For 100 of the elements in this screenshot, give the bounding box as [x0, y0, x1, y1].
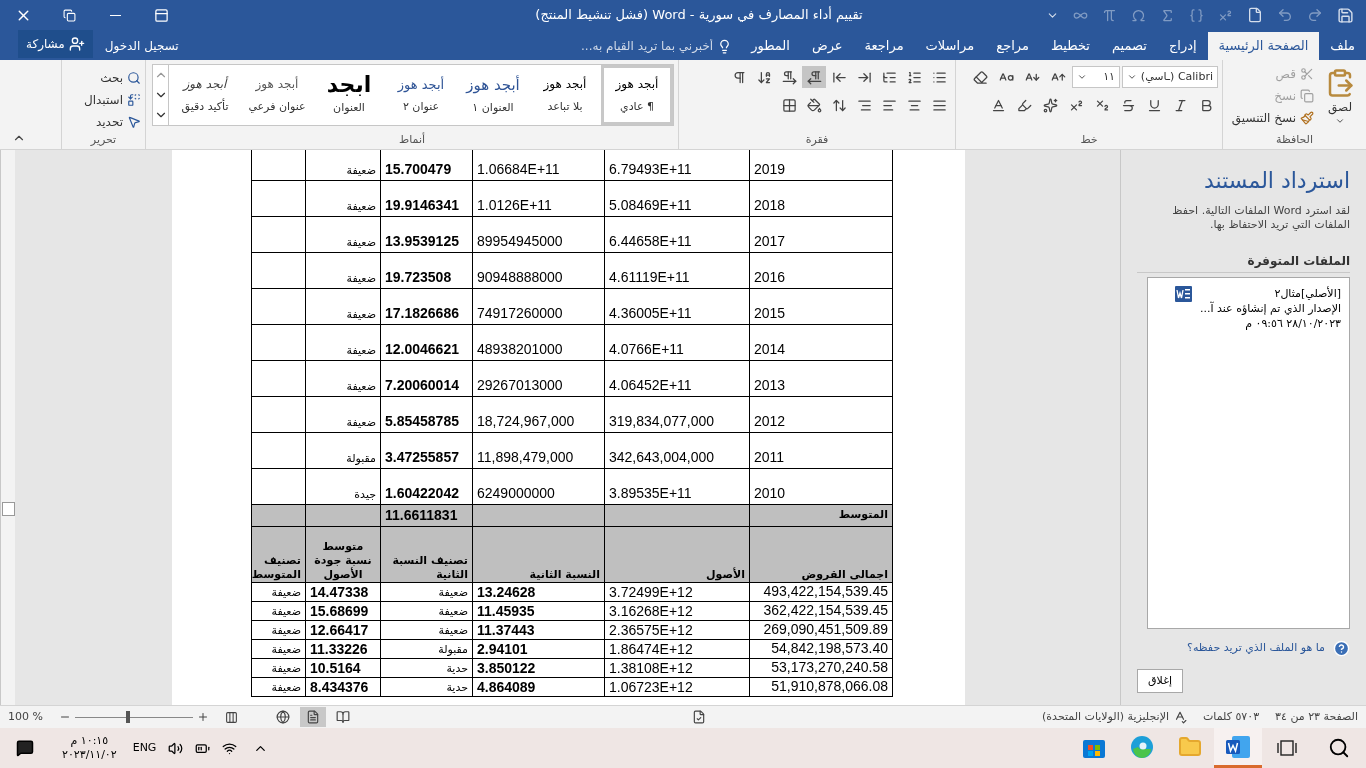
save-icon[interactable]	[1337, 6, 1354, 24]
replace-button[interactable]: استبدال	[84, 90, 141, 110]
table-cell: النسبة الثانية	[472, 526, 605, 582]
table-cell: 53,173,270,240.58	[749, 658, 893, 677]
wifi-icon[interactable]	[222, 740, 238, 756]
scissors-icon	[1300, 67, 1314, 81]
table-cell: 4.61119E+11	[604, 252, 750, 288]
table-cell: 6.79493E+11	[604, 150, 750, 180]
table-cell: ضعيفة	[305, 216, 381, 252]
table-cell: ضعيفة	[251, 582, 306, 601]
zoom-in-icon[interactable]	[196, 711, 209, 723]
person-plus-icon	[68, 36, 85, 52]
window-title: تقييم أداء المصارف في سورية - Word (فشل تنشيط المنتج)	[534, 5, 864, 25]
new-document-icon[interactable]	[1247, 7, 1263, 23]
table-cell: ضعيفة	[251, 658, 306, 677]
ribbon-tab[interactable]: تخطيط	[1039, 32, 1101, 60]
table-cell: 13.24628	[472, 582, 605, 601]
table-cell: حدية	[380, 658, 473, 677]
table-cell: ضعيفة	[305, 288, 381, 324]
style-item[interactable]: أبجد هوز تأكيد دقيق	[169, 65, 241, 125]
task-view-icon[interactable]	[1276, 737, 1298, 759]
table-cell: ضعيفة	[305, 396, 381, 432]
section-heading: الملفات المتوفرة	[1137, 252, 1350, 273]
ribbon-tab[interactable]: عرض	[800, 32, 854, 60]
table-cell: 2017	[749, 216, 893, 252]
ribbon-tab[interactable]: مراجعة	[853, 32, 915, 60]
table-cell: 5.08469E+11	[604, 180, 750, 216]
clock[interactable]: ١٠:١٥ م ٢٠٢٣/١١/٠٢	[62, 734, 117, 762]
table-cell: 89954945000	[472, 216, 605, 252]
table-cell: 1.86474E+12	[604, 639, 750, 658]
table-cell: ضعيفة	[380, 620, 473, 639]
sign-in-link[interactable]: تسجيل الدخول	[92, 32, 191, 60]
table-cell: حدية	[380, 677, 473, 696]
select-button[interactable]: تحديد	[84, 112, 141, 132]
ribbon-tab[interactable]: إدراج	[1157, 32, 1208, 60]
notifications-icon[interactable]	[16, 739, 34, 757]
share-button[interactable]: مشاركة	[18, 30, 93, 58]
group-label: تحرير	[90, 133, 117, 148]
table-cell: 1.38108E+12	[604, 658, 750, 677]
page-count: الصفحة ٢٣ من ٣٤	[1275, 708, 1358, 725]
table-cell: متوسط نسبة جودة الأصول	[305, 526, 381, 582]
right-to-left-icon[interactable]	[802, 66, 826, 88]
ribbon-tab[interactable]: ملف	[1319, 32, 1366, 60]
table-cell: 2016	[749, 252, 893, 288]
print-layout-icon[interactable]	[299, 707, 326, 727]
table-cell: 3.16268E+12	[604, 601, 750, 620]
ribbon-tab[interactable]: مراسلات	[914, 32, 986, 60]
group-label: أنماط	[399, 133, 425, 148]
recovered-file-item[interactable]: [الأصلي]مثال٢ الإصدار الذي تم إنشاؤه عند آ... ٢٨/١٠/٢٠٢٣ ٠٩:٥٦ م	[1152, 282, 1345, 331]
table-cell: 48938201000	[472, 324, 605, 360]
restore-icon	[62, 8, 76, 22]
table-cell: 342,643,004,000	[604, 432, 750, 468]
table-cell: 493,422,154,539.45	[749, 582, 893, 601]
style-item[interactable]: أبجد هوز ¶ عادي	[601, 65, 673, 125]
search-icon[interactable]	[1328, 737, 1350, 759]
ribbon-tab[interactable]: الصفحة الرئيسية	[1207, 32, 1320, 60]
table-cell: ضعيفة	[305, 180, 381, 216]
style-item[interactable]: أبجد هوز عنوان ٢	[385, 65, 457, 125]
table-cell: 6.44658E+11	[604, 216, 750, 252]
table-cell: ضعيفة	[251, 639, 306, 658]
style-item[interactable]: ابجد العنوان	[313, 65, 385, 125]
font-size-field[interactable]: ١١	[1072, 66, 1120, 88]
ribbon-tab[interactable]: المطور	[740, 32, 801, 60]
recovered-files-list[interactable]: [الأصلي]مثال٢ الإصدار الذي تم إنشاؤه عند آ... ٢٨/١٠/٢٠٢٣ ٠٩:٥٦ م	[1147, 277, 1350, 629]
paste-button[interactable]: لصق	[1318, 64, 1362, 133]
volume-icon[interactable]	[168, 740, 184, 756]
table-cell: 15.700479	[380, 150, 473, 180]
table-cell: مقبولة	[305, 432, 381, 468]
close-button[interactable]: إغلاق	[1137, 669, 1183, 693]
style-item[interactable]: أبجد هوز بلا تباعد	[529, 65, 601, 125]
table-cell: 11.37443	[472, 620, 605, 639]
copy-icon	[1300, 89, 1314, 103]
ribbon-tab[interactable]: مراجع	[985, 32, 1040, 60]
taskbar-app-button[interactable]	[1214, 728, 1262, 768]
table-cell: الأصول	[604, 526, 750, 582]
folder-icon	[1178, 734, 1202, 759]
zoom-slider[interactable]	[74, 711, 193, 723]
table-cell: 2014	[749, 324, 893, 360]
pane-title: استرداد المستند	[1203, 167, 1350, 195]
table-cell: 19.9146341	[380, 180, 473, 216]
table-cell: المتوسط	[749, 504, 893, 526]
format-painter-button[interactable]: نسخ التنسيق	[1231, 108, 1314, 128]
table-cell: 11.6611831	[380, 504, 473, 526]
help-icon	[1333, 640, 1350, 657]
table-cell: 2018	[749, 180, 893, 216]
table-cell: ضعيفة	[305, 252, 381, 288]
style-item[interactable]: أبجد هوز عنوان فرعي	[241, 65, 313, 125]
table-cell: 2.36575E+12	[604, 620, 750, 639]
help-link[interactable]: ما هو الملف الذي تريد حفظه؟	[1137, 640, 1350, 657]
font-name-field[interactable]: Calibri (ـاسي)	[1122, 66, 1218, 88]
ribbon-tab[interactable]: تصميم	[1100, 32, 1158, 60]
caret-icon	[1077, 72, 1087, 82]
table-cell: 3.47255857	[380, 432, 473, 468]
table-cell: 4.864089	[472, 677, 605, 696]
language-label: الإنجليزية (الولايات المتحدة)	[1042, 708, 1169, 725]
table-cell: 2015	[749, 288, 893, 324]
table-cell: ضعيفة	[305, 360, 381, 396]
language-indicator[interactable]: ENG	[132, 739, 157, 757]
style-item[interactable]: أبجد هوز العنوان ١	[457, 65, 529, 125]
find-button[interactable]: بحث	[84, 68, 141, 88]
